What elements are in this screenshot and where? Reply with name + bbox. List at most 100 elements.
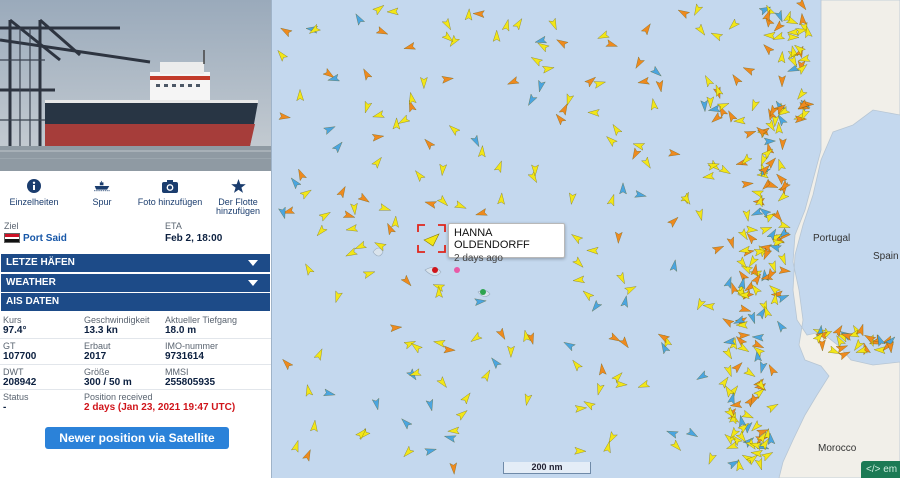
vessel-marker[interactable] [397, 114, 411, 125]
vessel-marker[interactable] [637, 379, 651, 388]
vessel-marker[interactable] [555, 39, 569, 50]
vessel-marker[interactable] [760, 451, 774, 462]
vessel-marker[interactable] [441, 17, 452, 31]
vessel-marker[interactable] [701, 171, 716, 180]
vessel-marker[interactable] [736, 342, 750, 353]
vessel-marker[interactable] [449, 462, 458, 476]
vessel-marker[interactable] [776, 294, 790, 304]
vessel-marker[interactable] [403, 445, 415, 458]
vessel-marker[interactable] [771, 209, 783, 222]
vessel-marker[interactable] [570, 233, 584, 245]
add-photo-action[interactable]: Foto hinzufügen [136, 175, 204, 217]
vessel-marker[interactable] [762, 31, 776, 40]
vessel-marker[interactable] [354, 240, 368, 250]
vessel-marker[interactable] [335, 290, 343, 304]
vessel-marker[interactable] [677, 9, 691, 20]
vessel-marker[interactable] [620, 294, 629, 309]
vessel-marker[interactable] [566, 93, 575, 107]
vessel-marker[interactable] [572, 275, 586, 284]
vessel-marker[interactable] [801, 107, 811, 121]
vessel-marker[interactable] [738, 304, 752, 312]
vessel-marker[interactable] [583, 401, 597, 411]
vessel-marker[interactable] [436, 194, 449, 207]
vessel-marker[interactable] [598, 362, 607, 376]
vessel-marker[interactable] [537, 42, 550, 53]
vessel-marker[interactable] [615, 271, 625, 285]
vessel-marker[interactable] [290, 177, 302, 190]
vessel-marker[interactable] [305, 383, 314, 397]
vessel-marker[interactable] [493, 160, 502, 174]
vessel-marker[interactable] [419, 76, 428, 90]
vessel-marker[interactable] [372, 4, 385, 16]
vessel-marker[interactable] [408, 91, 417, 105]
vessel-marker[interactable] [778, 137, 787, 151]
vessel-marker[interactable] [512, 17, 523, 31]
vessel-marker[interactable] [778, 158, 787, 172]
vessel-marker[interactable] [710, 32, 724, 42]
vessel-marker[interactable] [336, 185, 346, 199]
vessel-marker[interactable] [318, 211, 332, 222]
vessel-marker[interactable] [555, 113, 567, 126]
vessel-marker[interactable] [751, 98, 761, 112]
vessel-marker[interactable] [637, 76, 651, 85]
vessel-marker[interactable] [507, 345, 515, 359]
vessel-marker[interactable] [751, 333, 765, 342]
vessel-marker[interactable] [623, 286, 637, 296]
vessel-marker[interactable] [470, 134, 480, 148]
vessel-marker[interactable] [322, 388, 337, 397]
vessel-marker[interactable] [425, 398, 434, 412]
vessel-marker[interactable] [737, 331, 751, 340]
vessel-marker[interactable] [665, 430, 679, 439]
vessel-marker[interactable] [355, 13, 366, 26]
vessel-marker[interactable] [350, 202, 358, 216]
vessel-marker[interactable] [669, 439, 682, 452]
vessel-marker[interactable] [742, 209, 751, 223]
vessel-marker[interactable] [723, 275, 732, 290]
vessel-marker[interactable] [618, 336, 629, 349]
vessel-marker[interactable] [278, 112, 292, 120]
vessel-marker[interactable] [386, 7, 399, 16]
vessel-marker[interactable] [655, 79, 664, 93]
embed-map-button[interactable]: </> em [861, 461, 900, 478]
vessel-marker[interactable] [777, 113, 788, 127]
vessel-marker[interactable] [410, 342, 423, 354]
vessel-marker[interactable] [750, 273, 762, 286]
vessel-marker[interactable] [667, 148, 681, 157]
vessel-marker[interactable] [363, 68, 373, 82]
vessel-marker[interactable] [669, 258, 678, 273]
vessel-marker[interactable] [277, 206, 286, 220]
vessel-marker[interactable] [741, 180, 755, 189]
vessel-marker[interactable] [391, 215, 400, 228]
vessel-marker[interactable] [473, 298, 488, 307]
vessel-marker[interactable] [702, 302, 716, 311]
vessel-marker[interactable] [799, 12, 807, 26]
vessel-marker[interactable] [738, 245, 752, 254]
vessel-marker[interactable] [460, 392, 471, 405]
vessel-marker[interactable] [277, 49, 289, 63]
map-canvas[interactable] [273, 0, 900, 478]
vessel-marker[interactable] [490, 357, 502, 370]
vessel-marker[interactable] [597, 382, 605, 396]
vessel-marker[interactable] [615, 380, 629, 389]
vessel-marker[interactable] [448, 124, 461, 137]
vessel-marker[interactable] [786, 63, 800, 72]
vessel-marker[interactable] [721, 318, 735, 329]
vessel-marker[interactable] [745, 225, 759, 234]
vessel-marker[interactable] [778, 266, 792, 274]
vessel-marker[interactable] [695, 370, 709, 381]
vessel-marker[interactable] [534, 35, 548, 44]
vessel-marker[interactable] [572, 359, 584, 372]
vessel-marker[interactable] [759, 227, 773, 235]
vessel-marker[interactable] [755, 307, 766, 320]
vessel-marker[interactable] [453, 200, 467, 209]
vessel-marker[interactable] [441, 75, 455, 84]
vessel-marker[interactable] [441, 31, 454, 43]
vessel-marker[interactable] [538, 79, 546, 93]
vessel-marker[interactable] [313, 348, 323, 362]
vessel-marker[interactable] [400, 274, 412, 287]
vessel-marker[interactable] [403, 41, 417, 50]
vessel-marker[interactable] [305, 263, 315, 277]
add-to-fleet-action[interactable]: Der Flotte hinzufügen [204, 175, 271, 217]
vessel-marker[interactable] [464, 7, 473, 21]
vessel-marker[interactable] [649, 65, 662, 77]
